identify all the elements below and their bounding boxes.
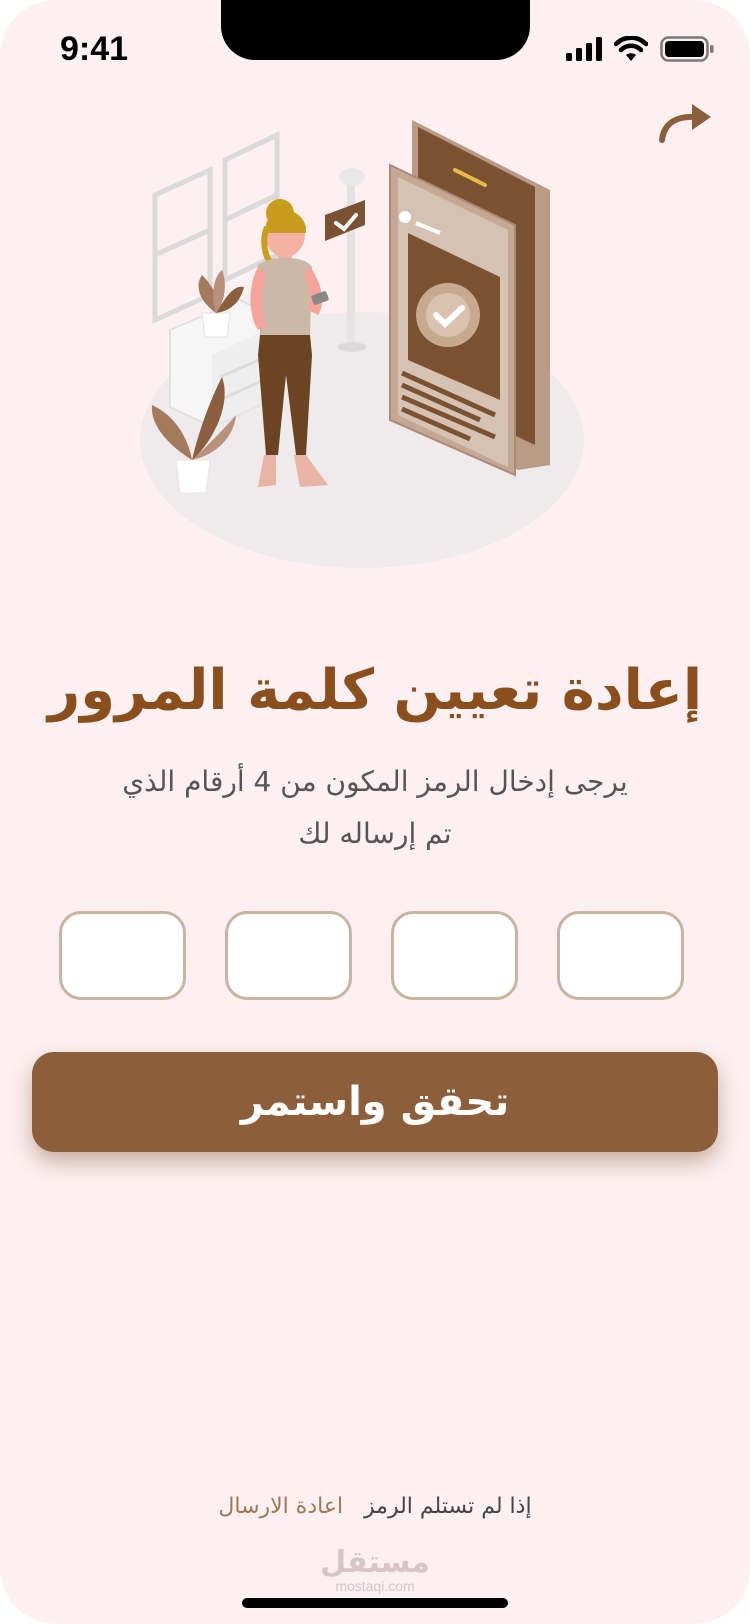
forward-arrow-icon[interactable] bbox=[656, 100, 716, 150]
code-digit-4-input[interactable] bbox=[59, 911, 186, 1000]
notch bbox=[221, 0, 530, 60]
code-digit-1-input[interactable] bbox=[557, 911, 684, 1000]
watermark-main: مستقل bbox=[320, 1545, 430, 1580]
verify-continue-button[interactable]: تحقق واستمر bbox=[32, 1052, 718, 1152]
watermark-sub: mostaqi.com bbox=[335, 1578, 415, 1594]
page-title: إعادة تعيين كلمة المرور bbox=[47, 658, 703, 723]
resend-code-link[interactable]: اعادة الارسال bbox=[218, 1494, 343, 1519]
status-icons bbox=[566, 36, 714, 62]
battery-icon bbox=[660, 36, 714, 62]
cellular-signal-icon bbox=[566, 37, 602, 61]
instructions-line-1: يرجى إدخال الرمز المكون من 4 أرقام الذي bbox=[122, 765, 628, 798]
verify-continue-label: تحقق واستمر bbox=[240, 1079, 510, 1125]
watermark-logo: مستقل mostaqi.com bbox=[0, 1545, 750, 1595]
verification-illustration bbox=[140, 120, 584, 568]
status-time: 9:41 bbox=[60, 30, 129, 68]
instructions-text: يرجى إدخال الرمز المكون من 4 أرقام الذي … bbox=[95, 756, 655, 860]
code-digit-3-input[interactable] bbox=[225, 911, 352, 1000]
resend-footer: إذا لم تستلم الرمز اعادة الارسال bbox=[0, 1494, 750, 1519]
phone-screen: 9:41 إعادة تعيين كلمة المرور يرجى إدخال … bbox=[0, 0, 750, 1624]
code-digit-2-input[interactable] bbox=[391, 911, 518, 1000]
resend-prompt: إذا لم تستلم الرمز bbox=[364, 1494, 532, 1519]
home-indicator bbox=[242, 1598, 508, 1608]
wifi-icon bbox=[614, 36, 648, 61]
instructions-line-2: تم إرساله لك bbox=[298, 817, 452, 850]
